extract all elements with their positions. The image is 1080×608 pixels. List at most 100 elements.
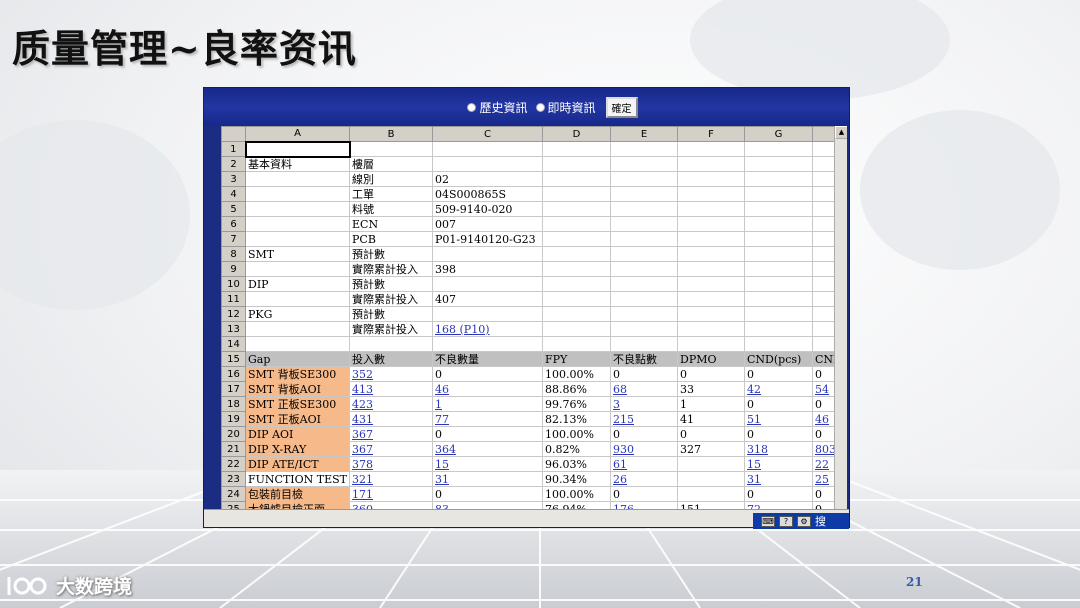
table-cell[interactable]: 樓層	[349, 156, 434, 172]
table-cell[interactable]	[432, 246, 544, 262]
table-cell[interactable]: 168 (P10)	[432, 321, 544, 337]
table-cell[interactable]: 基本資料	[244, 156, 351, 172]
table-cell[interactable]: 0	[677, 366, 746, 382]
table-cell[interactable]: 02	[432, 171, 544, 187]
table-cell[interactable]: 實際累計投入	[349, 291, 434, 307]
table-cell[interactable]	[432, 336, 544, 352]
table-cell[interactable]: 包裝前目檢	[244, 486, 351, 502]
table-cell[interactable]: SMT 正板SE300	[244, 396, 351, 412]
table-cell[interactable]: 26	[610, 471, 679, 487]
table-cell[interactable]	[744, 186, 814, 202]
table-cell[interactable]: 0	[744, 486, 814, 502]
table-cell[interactable]	[610, 216, 679, 232]
table-cell[interactable]	[677, 201, 746, 217]
row-header[interactable]: 13	[221, 321, 246, 337]
table-cell[interactable]: 76.94%	[542, 501, 612, 509]
table-cell[interactable]: 413	[349, 381, 434, 397]
table-cell[interactable]	[542, 306, 612, 322]
table-cell[interactable]	[744, 231, 814, 247]
table-cell[interactable]	[744, 246, 814, 262]
table-cell[interactable]: 367	[349, 441, 434, 457]
table-cell[interactable]	[744, 321, 814, 337]
table-cell[interactable]	[244, 321, 351, 337]
table-cell[interactable]	[610, 231, 679, 247]
radio-realtime-info[interactable]: 即時資訊	[534, 99, 598, 116]
table-cell[interactable]: 投入數	[349, 351, 434, 367]
table-cell[interactable]: 41	[677, 411, 746, 427]
table-cell[interactable]	[677, 246, 746, 262]
table-cell[interactable]	[744, 261, 814, 277]
row-header[interactable]: 19	[221, 411, 246, 427]
table-cell[interactable]: 0	[432, 486, 544, 502]
table-cell[interactable]: 0	[432, 366, 544, 382]
table-cell[interactable]	[610, 261, 679, 277]
table-cell[interactable]: 930	[610, 441, 679, 457]
table-cell[interactable]: 預計數	[349, 276, 434, 292]
table-cell[interactable]	[677, 291, 746, 307]
table-cell[interactable]: SMT	[244, 246, 351, 262]
select-all-corner[interactable]	[221, 126, 246, 142]
row-header[interactable]: 16	[221, 366, 246, 382]
row-header[interactable]: 21	[221, 441, 246, 457]
table-cell[interactable]	[542, 201, 612, 217]
table-cell[interactable]: 61	[610, 456, 679, 472]
table-cell[interactable]: 31	[432, 471, 544, 487]
table-cell[interactable]	[610, 156, 679, 172]
table-cell[interactable]	[610, 291, 679, 307]
table-cell[interactable]: 0	[610, 366, 679, 382]
table-cell[interactable]: 線別	[349, 171, 434, 187]
column-header[interactable]: F	[677, 126, 746, 142]
table-cell[interactable]: 509-9140-020	[432, 201, 544, 217]
row-header[interactable]: 1	[221, 141, 246, 157]
table-cell[interactable]: 預計數	[349, 306, 434, 322]
table-cell[interactable]: DIP AOI	[244, 426, 351, 442]
table-cell[interactable]	[744, 201, 814, 217]
table-cell[interactable]: CND(pcs)	[744, 351, 814, 367]
table-cell[interactable]	[677, 216, 746, 232]
row-header[interactable]: 25	[221, 501, 246, 509]
table-cell[interactable]: 318	[744, 441, 814, 457]
table-cell[interactable]	[744, 291, 814, 307]
table-cell[interactable]: 88.86%	[542, 381, 612, 397]
table-cell[interactable]	[677, 456, 746, 472]
table-cell[interactable]: SMT 背板AOI	[244, 381, 351, 397]
column-header[interactable]: G	[744, 126, 814, 142]
table-cell[interactable]	[349, 141, 434, 157]
table-cell[interactable]: DIP	[244, 276, 351, 292]
row-header[interactable]: 24	[221, 486, 246, 502]
column-header[interactable]: E	[610, 126, 679, 142]
table-cell[interactable]	[542, 276, 612, 292]
column-header[interactable]: B	[349, 126, 434, 142]
table-cell[interactable]: 96.03%	[542, 456, 612, 472]
column-header[interactable]: D	[542, 126, 612, 142]
row-header[interactable]: 8	[221, 246, 246, 262]
table-cell[interactable]	[677, 486, 746, 502]
table-cell[interactable]: 378	[349, 456, 434, 472]
table-cell[interactable]	[677, 261, 746, 277]
table-cell[interactable]	[244, 216, 351, 232]
table-cell[interactable]	[244, 261, 351, 277]
table-cell[interactable]: P01-9140120-G23	[432, 231, 544, 247]
table-cell[interactable]: 料號	[349, 201, 434, 217]
table-cell[interactable]: 0.82%	[542, 441, 612, 457]
table-cell[interactable]: 423	[349, 396, 434, 412]
table-cell[interactable]: FPY	[542, 351, 612, 367]
table-cell[interactable]: 不良點數	[610, 351, 679, 367]
table-cell[interactable]	[744, 336, 814, 352]
row-header[interactable]: 5	[221, 201, 246, 217]
table-cell[interactable]: 99.76%	[542, 396, 612, 412]
table-cell[interactable]: 431	[349, 411, 434, 427]
table-cell[interactable]: 0	[744, 396, 814, 412]
row-header[interactable]: 22	[221, 456, 246, 472]
row-header[interactable]: 11	[221, 291, 246, 307]
table-cell[interactable]: 151	[677, 501, 746, 509]
vertical-scrollbar[interactable]: ▲	[834, 126, 847, 509]
table-cell[interactable]	[744, 306, 814, 322]
table-cell[interactable]: 51	[744, 411, 814, 427]
table-cell[interactable]	[677, 186, 746, 202]
table-cell[interactable]	[744, 156, 814, 172]
table-cell[interactable]: 100.00%	[542, 366, 612, 382]
table-cell[interactable]	[542, 321, 612, 337]
row-header[interactable]: 12	[221, 306, 246, 322]
table-cell[interactable]: 預計數	[349, 246, 434, 262]
